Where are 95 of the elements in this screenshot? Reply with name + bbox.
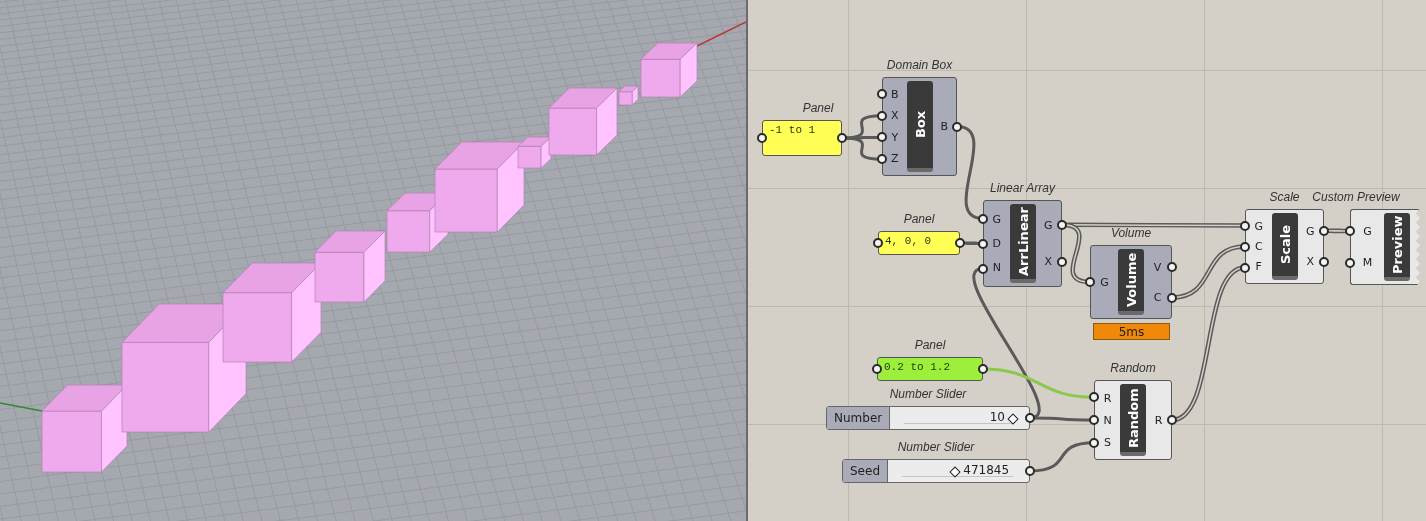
panel-text: -1 to 1 <box>769 124 816 136</box>
output-port[interactable] <box>1057 219 1067 230</box>
panel-node[interactable]: -1 to 1 <box>762 120 842 156</box>
slider-name: Seed <box>843 460 888 482</box>
grasshopper-component[interactable]: G Volume V C <box>1090 245 1172 319</box>
input-label: Y <box>890 129 900 146</box>
component-nickname: Scale <box>1271 213 1298 280</box>
grasshopper-component[interactable]: B X Y Z Box B <box>882 77 957 176</box>
component-title: Linear Array <box>990 181 1055 195</box>
input-label: R <box>1102 390 1113 407</box>
output-label: R <box>1153 412 1164 429</box>
input-label: N <box>1102 412 1113 429</box>
input-label: M <box>1361 255 1374 271</box>
component-nickname: ArrLinear <box>1009 204 1036 283</box>
panel-node[interactable]: 0.2 to 1.2 <box>877 357 983 381</box>
panel-node[interactable]: 4, 0, 0 <box>878 231 960 255</box>
input-port[interactable] <box>873 238 883 248</box>
component-nickname: Random <box>1120 384 1146 456</box>
output-label: G <box>1305 223 1316 240</box>
input-label: X <box>889 108 900 125</box>
output-label: C <box>1152 289 1163 306</box>
output-label: V <box>1152 259 1163 276</box>
input-port[interactable] <box>757 133 767 143</box>
input-label: F <box>1254 259 1263 276</box>
output-port[interactable] <box>1319 225 1329 236</box>
output-port[interactable] <box>1167 292 1177 303</box>
component-nickname: Volume <box>1118 249 1144 315</box>
input-label: G <box>1099 274 1110 291</box>
input-port[interactable] <box>877 154 887 165</box>
component-title: Panel <box>802 101 834 115</box>
input-port[interactable] <box>978 238 988 249</box>
input-label: G <box>1253 218 1264 235</box>
input-label: S <box>1103 434 1112 451</box>
component-title: Number Slider <box>889 387 967 401</box>
component-title: Scale <box>1269 190 1300 204</box>
input-port[interactable] <box>1089 392 1099 403</box>
input-label: Z <box>889 150 900 167</box>
output-port[interactable] <box>1025 466 1035 476</box>
slider-value: 471845 <box>963 462 1010 477</box>
output-port[interactable] <box>1025 413 1035 423</box>
slider-name: Number <box>827 407 891 429</box>
grasshopper-component[interactable]: G M Preview <box>1350 209 1420 285</box>
input-port[interactable] <box>877 88 887 99</box>
input-label: C <box>1253 239 1264 255</box>
input-label: G <box>991 211 1002 228</box>
input-port[interactable] <box>1240 241 1250 252</box>
component-title: Number Slider <box>897 440 975 454</box>
input-port[interactable] <box>1345 226 1355 236</box>
slider-value: 10 <box>989 409 1005 424</box>
grasshopper-component[interactable]: G C F Scale G X <box>1245 209 1324 284</box>
input-label: D <box>991 236 1002 252</box>
number-slider[interactable]: Number 10 <box>826 406 1030 430</box>
component-nickname: Box <box>906 81 933 172</box>
input-label: B <box>889 87 900 104</box>
output-port[interactable] <box>1167 415 1177 425</box>
component-nickname: Preview <box>1384 213 1410 281</box>
input-port[interactable] <box>978 263 988 274</box>
grasshopper-component[interactable]: R N S Random R <box>1094 380 1172 460</box>
output-label: B <box>939 119 949 135</box>
input-label: G <box>1362 224 1373 240</box>
input-port[interactable] <box>1345 258 1355 268</box>
input-port[interactable] <box>1240 262 1250 273</box>
output-port[interactable] <box>955 238 965 248</box>
number-slider[interactable]: Seed 471845 <box>842 459 1030 483</box>
output-port[interactable] <box>952 121 962 132</box>
output-port[interactable] <box>1319 257 1329 268</box>
output-port[interactable] <box>978 364 988 374</box>
component-title: Random <box>1110 361 1156 375</box>
component-title: Panel <box>914 338 946 352</box>
input-port[interactable] <box>1085 277 1095 287</box>
component-title: Domain Box <box>886 58 953 72</box>
input-port[interactable] <box>1089 437 1099 448</box>
profiler-badge: 5ms <box>1093 323 1170 340</box>
panel-text: 0.2 to 1.2 <box>884 361 950 373</box>
input-port[interactable] <box>877 110 887 121</box>
input-port[interactable] <box>1089 415 1099 425</box>
slider-track[interactable]: 471845 <box>888 460 1029 482</box>
input-port[interactable] <box>872 364 882 374</box>
input-port[interactable] <box>1240 220 1250 231</box>
input-label: N <box>991 260 1002 277</box>
output-port[interactable] <box>837 133 847 143</box>
panel-text: 4, 0, 0 <box>885 235 932 247</box>
grasshopper-component[interactable]: G D N ArrLinear G X <box>983 200 1062 287</box>
output-label: G <box>1043 217 1054 234</box>
component-title: Custom Preview <box>1312 190 1400 204</box>
output-label: X <box>1305 254 1315 271</box>
input-port[interactable] <box>877 132 887 143</box>
output-label: X <box>1043 254 1053 271</box>
input-port[interactable] <box>978 213 988 224</box>
output-port[interactable] <box>1167 261 1177 272</box>
slider-grip[interactable] <box>949 465 961 478</box>
component-title: Panel <box>903 212 935 226</box>
slider-track[interactable]: 10 <box>890 407 1029 429</box>
component-title: Volume <box>1110 226 1152 240</box>
output-port[interactable] <box>1057 257 1067 268</box>
